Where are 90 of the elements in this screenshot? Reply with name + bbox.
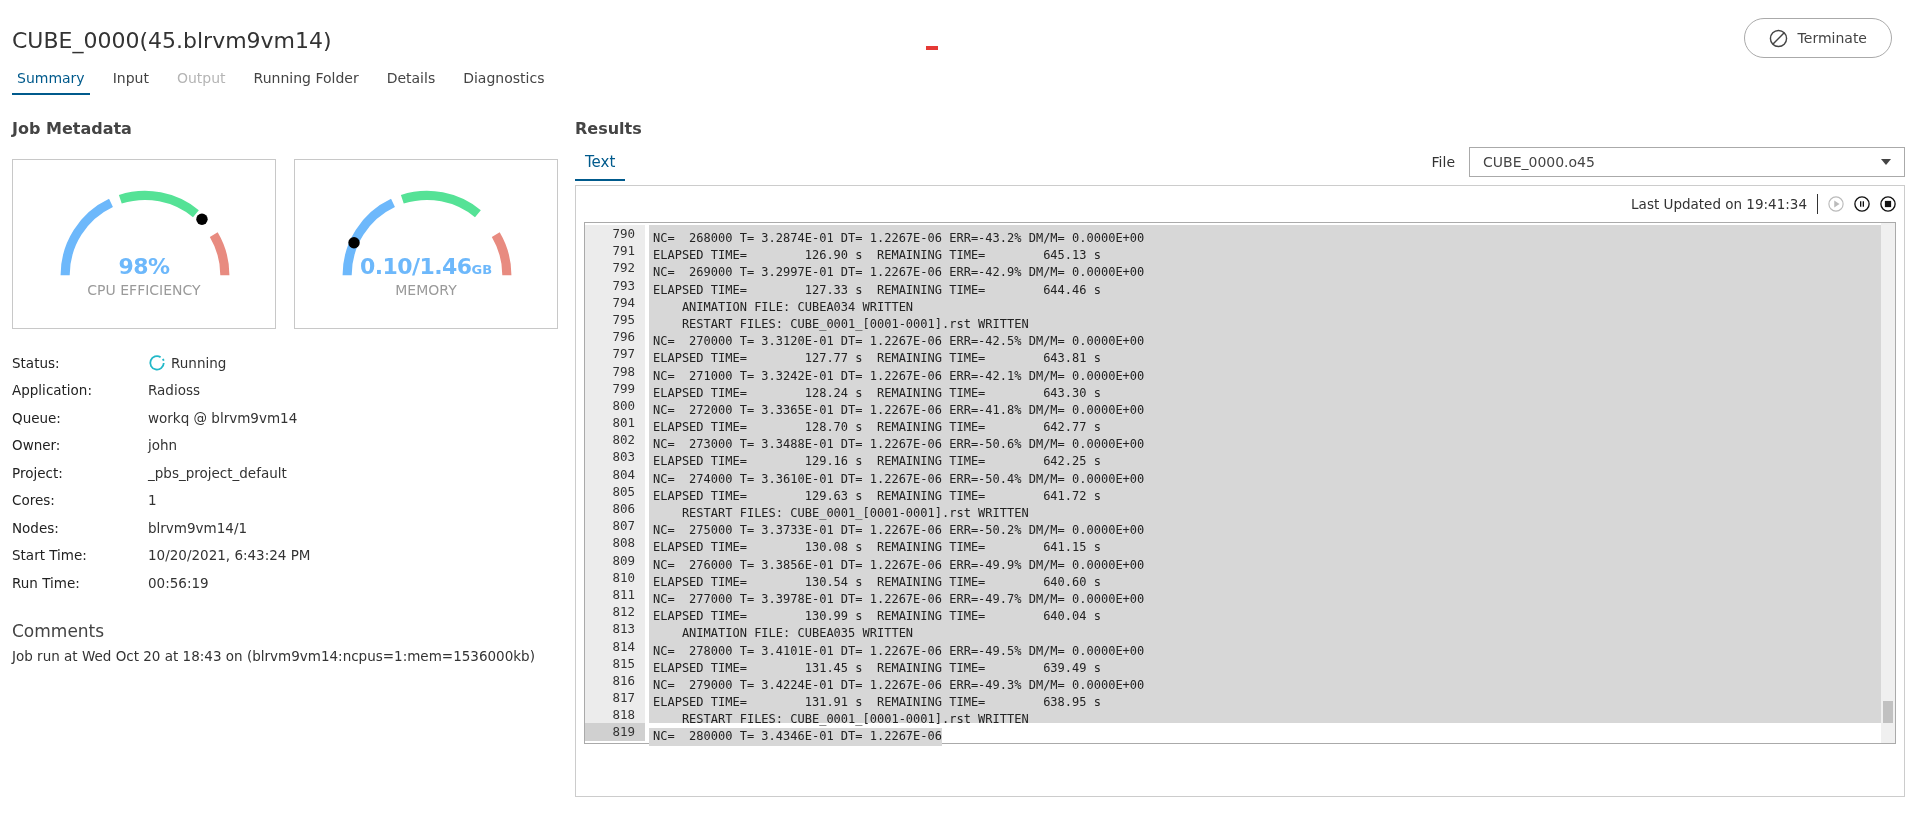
spinner-icon: [148, 353, 166, 372]
line-number: 802: [585, 431, 645, 449]
field-value: workq @ blrvm9vm14: [148, 408, 298, 428]
log-line: ELAPSED TIME= 129.16 s REMAINING TIME= 642.25 s: [652, 453, 1101, 471]
line-number: 817: [585, 689, 645, 707]
log-line: ANIMATION FILE: CUBEA035 WRITTEN: [680, 625, 914, 643]
tab[interactable]: Input: [107, 66, 154, 95]
line-number: 792: [585, 259, 645, 277]
log-line: NC= 276000 T= 3.3856E-01 DT= 1.2267E-06 ERR=-49.9% DM/M= 0.0000E+00: [652, 556, 1145, 574]
tab[interactable]: Summary: [12, 66, 90, 95]
comments-heading: Comments: [12, 619, 106, 643]
log-line: NC= 279000 T= 3.4224E-01 DT= 1.2267E-06 ERR=-49.3% DM/M= 0.0000E+00: [652, 676, 1145, 694]
log-line: ELAPSED TIME= 129.63 s REMAINING TIME= 641.72 s: [652, 487, 1101, 505]
log-line: NC= 269000 T= 3.2997E-01 DT= 1.2267E-06 ERR=-42.9% DM/M= 0.0000E+00: [652, 264, 1145, 282]
line-number: 797: [585, 345, 645, 363]
log-line: NC= 278000 T= 3.4101E-01 DT= 1.2267E-06 ERR=-49.5% DM/M= 0.0000E+00: [652, 642, 1145, 660]
comment-text: Job run at Wed Oct 20 at 18:43 on (blrvm9vm14:ncpus=1:mem=1536000kb): [12, 647, 536, 666]
tab[interactable]: Details: [381, 66, 441, 95]
pause-icon[interactable]: [1854, 196, 1870, 212]
line-number: 818: [585, 706, 645, 724]
log-line: NC= 271000 T= 3.3242E-01 DT= 1.2267E-06 ERR=-42.1% DM/M= 0.0000E+00: [652, 367, 1145, 385]
field-label: Nodes:: [12, 518, 60, 538]
line-number: 812: [585, 603, 645, 621]
field-value: john: [148, 436, 178, 456]
gauge-label: CPU EFFICIENCY: [86, 281, 202, 300]
field-label: Project:: [12, 463, 64, 483]
field-value: blrvm9vm14/1: [148, 518, 248, 538]
field-value: _pbs_project_default: [148, 463, 287, 483]
field-label: Application:: [12, 381, 93, 401]
log-line: ELAPSED TIME= 128.70 s REMAINING TIME= 642.77 s: [652, 419, 1101, 437]
line-number: 791: [585, 242, 645, 260]
log-line: ELAPSED TIME= 128.24 s REMAINING TIME= 643.30 s: [652, 384, 1101, 402]
tab[interactable]: Running Folder: [248, 66, 364, 95]
log-line: NC= 272000 T= 3.3365E-01 DT= 1.2267E-06 ERR=-41.8% DM/M= 0.0000E+00: [652, 401, 1145, 419]
line-number: 807: [585, 517, 645, 535]
log-line: NC= 275000 T= 3.3733E-01 DT= 1.2267E-06 ERR=-50.2% DM/M= 0.0000E+00: [652, 522, 1145, 540]
field-value: 00:56:19: [148, 573, 209, 593]
job-title: CUBE_0000(45.blrvm9vm14): [12, 27, 332, 56]
log-line: NC= 270000 T= 3.3120E-01 DT= 1.2267E-06 ERR=-42.5% DM/M= 0.0000E+00: [652, 333, 1145, 351]
gauge-label: MEMORY: [394, 281, 458, 300]
field-label: Cores:: [12, 491, 56, 511]
section-heading: Job Metadata: [12, 118, 133, 140]
line-number: 803: [585, 448, 645, 466]
status-indicator-mark: [926, 46, 938, 50]
log-line: NC= 277000 T= 3.3978E-01 DT= 1.2267E-06 ERR=-49.7% DM/M= 0.0000E+00: [652, 590, 1145, 608]
log-line: ANIMATION FILE: CUBEA034 WRITTEN: [680, 298, 914, 316]
gauge-value: 98%: [118, 253, 170, 281]
field-label: Start Time:: [12, 546, 88, 566]
field-label: Run Time:: [12, 573, 81, 593]
log-line: ELAPSED TIME= 131.91 s REMAINING TIME= 638.95 s: [652, 694, 1101, 712]
line-number: 819: [585, 723, 645, 741]
section-heading: Results: [575, 118, 643, 140]
log-line: NC= 274000 T= 3.3610E-01 DT= 1.2267E-06 ERR=-50.4% DM/M= 0.0000E+00: [652, 470, 1145, 488]
log-line: RESTART FILES: CUBE_0001_[0001-0001].rst WRITTEN: [680, 711, 1029, 729]
line-number: 813: [585, 620, 645, 638]
tab[interactable]: Text: [575, 150, 626, 181]
file-select[interactable]: CUBE_0000.o45: [1469, 147, 1905, 177]
caret-icon: [1881, 159, 1891, 165]
field-value: 10/20/2021, 6:43:24 PM: [148, 546, 311, 566]
log-line: ELAPSED TIME= 127.77 s REMAINING TIME= 643.81 s: [652, 350, 1101, 368]
line-number: 790: [585, 225, 645, 243]
line-number: 796: [585, 328, 645, 346]
field-label: Queue:: [12, 408, 62, 428]
line-number: 806: [585, 500, 645, 518]
log-editor[interactable]: [584, 222, 1896, 744]
log-line: ELAPSED TIME= 126.90 s REMAINING TIME= 645.13 s: [652, 247, 1101, 265]
gauge-value: 0.10/1.46: [359, 253, 472, 281]
line-number: 801: [585, 414, 645, 432]
line-number: 808: [585, 534, 645, 552]
log-line: ELAPSED TIME= 130.08 s REMAINING TIME= 641.15 s: [652, 539, 1101, 557]
log-line: ELAPSED TIME= 127.33 s REMAINING TIME= 644.46 s: [652, 281, 1101, 299]
log-line: RESTART FILES: CUBE_0001_[0001-0001].rst WRITTEN: [680, 315, 1029, 333]
field-label: Owner:: [12, 436, 62, 456]
log-line: NC= 273000 T= 3.3488E-01 DT= 1.2267E-06 ERR=-50.6% DM/M= 0.0000E+00: [652, 436, 1145, 454]
log-line: ELAPSED TIME= 131.45 s REMAINING TIME= 639.49 s: [652, 659, 1101, 677]
file-label: File: [1431, 152, 1455, 172]
field-value: 1: [148, 491, 157, 511]
tab[interactable]: Diagnostics: [458, 66, 550, 95]
field-label: Status:: [12, 353, 61, 373]
field-value: Running: [171, 353, 227, 373]
log-line: ELAPSED TIME= 130.54 s REMAINING TIME= 640.60 s: [652, 573, 1101, 591]
last-updated-text: Last Updated on 19:41:34: [1631, 194, 1807, 214]
log-line: RESTART FILES: CUBE_0001_[0001-0001].rst WRITTEN: [680, 505, 1029, 522]
log-line: NC= 268000 T= 3.2874E-01 DT= 1.2267E-06 ERR=-43.2% DM/M= 0.0000E+00: [652, 230, 1145, 247]
stop-icon[interactable]: [1880, 196, 1896, 212]
scrollbar[interactable]: [1881, 223, 1895, 743]
field-value: Radioss: [148, 381, 200, 401]
log-line: ELAPSED TIME= 130.99 s REMAINING TIME= 640.04 s: [652, 608, 1101, 626]
gauge-unit: GB: [471, 262, 493, 279]
prohibited-icon: [1768, 28, 1788, 48]
